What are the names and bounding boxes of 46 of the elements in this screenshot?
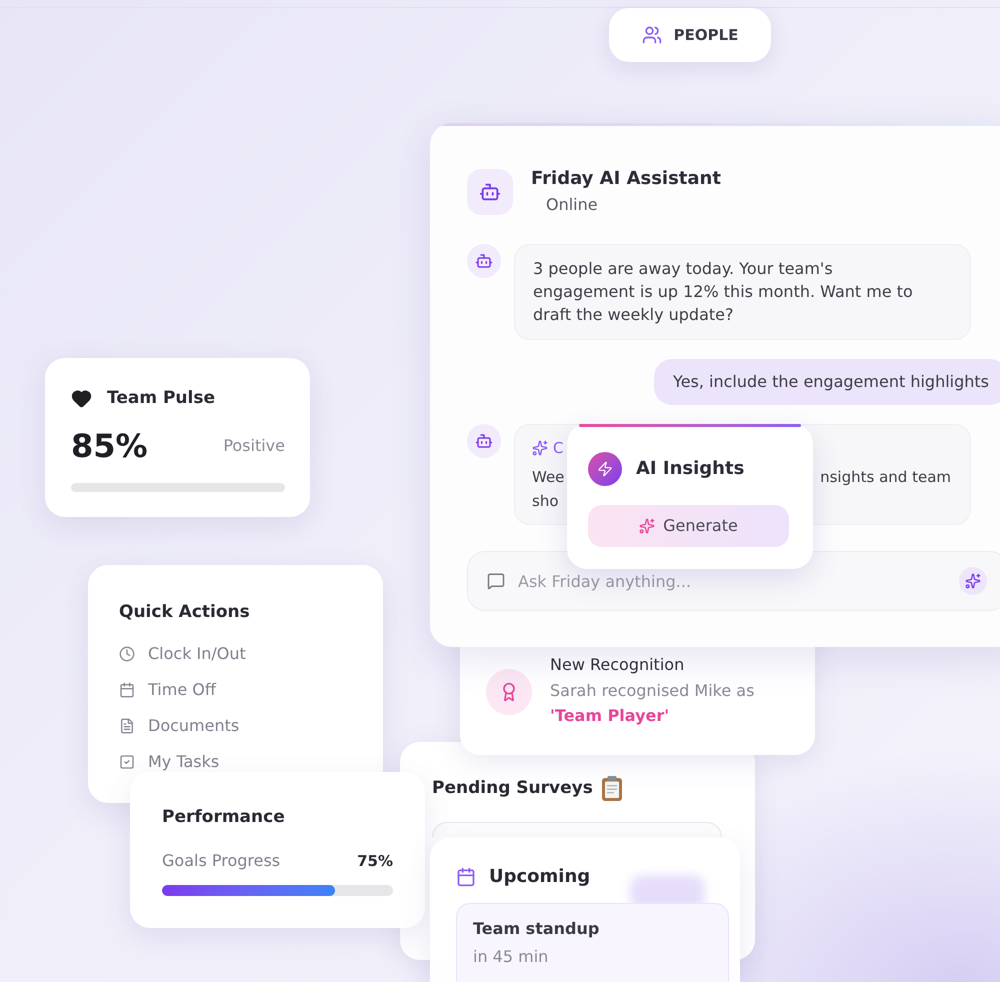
lightning-icon	[588, 452, 622, 486]
sparkle-icon	[965, 573, 981, 589]
calendar-icon	[119, 682, 135, 698]
card-title: Performance	[162, 806, 285, 828]
clock-icon	[119, 646, 135, 662]
recognition-title: New Recognition	[550, 654, 684, 676]
calendar-icon	[456, 867, 476, 887]
sentiment-label: Positive	[223, 435, 285, 457]
generate-button[interactable]: Generate	[588, 505, 789, 547]
bot-icon	[467, 244, 501, 278]
award-icon	[486, 669, 532, 715]
message-text: nsights and team	[820, 467, 951, 488]
popover-title: AI Insights	[636, 458, 744, 480]
quick-action-link[interactable]: Documents	[119, 715, 240, 737]
document-icon	[119, 718, 135, 734]
message-text: Wee	[532, 467, 564, 488]
clipboard-icon	[600, 775, 623, 801]
quick-action-link[interactable]: Clock In/Out	[119, 643, 246, 665]
sparkle-icon	[532, 440, 548, 456]
event-item[interactable]: Team standup in 45 min	[456, 903, 729, 982]
card-title: Team Pulse	[107, 387, 216, 409]
card-title: Quick Actions	[119, 601, 250, 623]
checkbox-icon	[119, 754, 135, 770]
metric-value: 75%	[357, 851, 393, 872]
people-icon	[642, 25, 662, 45]
event-time: in 45 min	[473, 946, 548, 968]
bot-icon	[467, 424, 501, 458]
quick-action-link[interactable]: My Tasks	[119, 751, 220, 773]
message-text: sho	[532, 491, 558, 512]
quick-action-link[interactable]: Time Off	[119, 679, 216, 701]
message-icon	[487, 572, 505, 590]
people-tab[interactable]: PEOPLE	[609, 8, 771, 62]
card-title: Upcoming	[489, 866, 590, 888]
heart-icon	[71, 388, 92, 408]
bot-message: 3 people are away today. Your team's engagement is up 12% this month. Want me to draft the weekly update?	[514, 244, 971, 340]
assistant-title: Friday AI Assistant	[531, 168, 721, 190]
sparkle-icon	[639, 518, 656, 534]
status-label: Online	[546, 194, 598, 216]
card-title: Pending Surveys	[432, 777, 593, 799]
event-title: Team standup	[473, 918, 600, 940]
metric-label: Goals Progress	[162, 850, 280, 872]
bot-icon	[467, 169, 513, 215]
user-message: Yes, include the engagement highlights	[654, 359, 1000, 405]
pulse-value: 85%	[71, 427, 148, 465]
message-heading: C	[553, 439, 564, 457]
recognition-text: Sarah recognised Mike as 'Team Player'	[550, 680, 756, 727]
